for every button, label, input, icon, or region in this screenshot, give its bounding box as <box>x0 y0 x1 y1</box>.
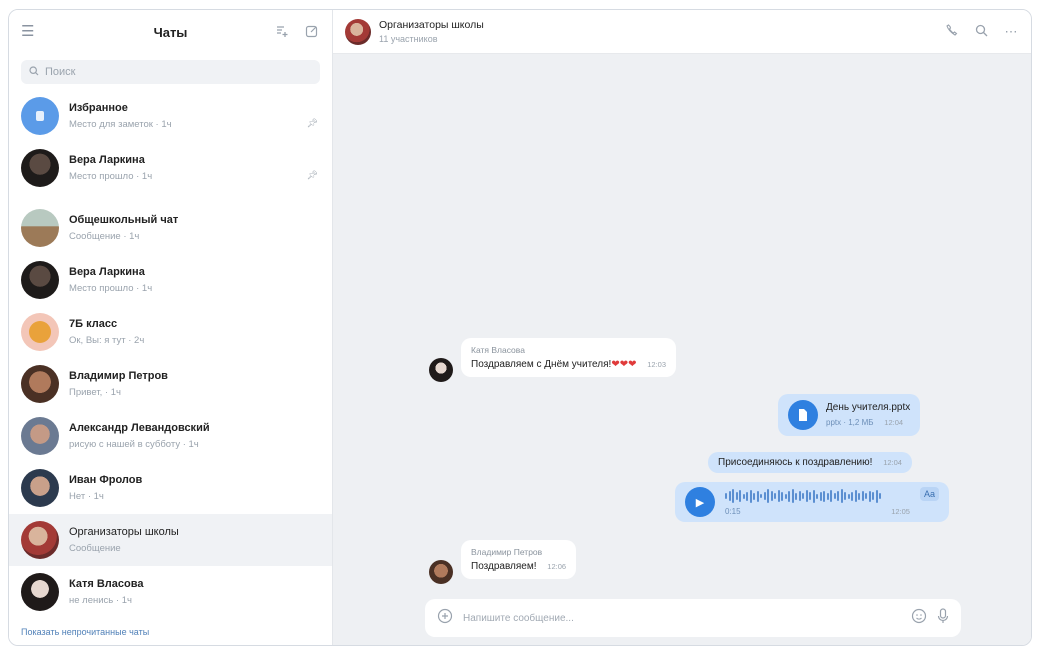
message-text: Поздравляем с Днём учителя! <box>471 359 612 370</box>
chat-preview: Место прошло · 1ч <box>69 283 153 294</box>
chat-name: Организаторы школы <box>69 526 179 538</box>
chat-list: Избранное Место для заметок · 1ч 📌︎ Вера… <box>9 90 332 621</box>
message-author: Владимир Петров <box>471 547 543 557</box>
message-composer <box>425 599 961 637</box>
pin-icon: 📌︎ <box>306 118 318 128</box>
chat-name: Катя Власова <box>69 578 144 590</box>
compose-icon[interactable] <box>304 24 320 40</box>
chat-preview: рисую с нашей в субботу · 1ч <box>69 439 199 450</box>
chat-panel: Организаторы школы 11 участников ⋯ Катя … <box>333 10 1031 645</box>
avatar <box>21 365 59 403</box>
chat-item-katya[interactable]: Катя Власова не ленись · 1ч <box>9 566 332 618</box>
more-icon[interactable]: ⋯ <box>1003 24 1019 40</box>
voice-waveform[interactable] <box>725 488 910 504</box>
chat-name: Александр Левандовский <box>69 422 210 434</box>
avatar <box>21 261 59 299</box>
chat-preview: Привет, · 1ч <box>69 387 121 398</box>
avatar <box>21 417 59 455</box>
chat-item-school-chat[interactable]: Общешкольный чат Сообщение · 1ч <box>9 202 332 254</box>
file-name: День учителя.pptx <box>826 402 911 413</box>
new-chat-icon[interactable] <box>274 24 290 40</box>
chat-item-organizers[interactable]: Организаторы школы Сообщение <box>9 514 332 566</box>
chat-item-favorites[interactable]: Избранное Место для заметок · 1ч 📌︎ <box>9 90 332 142</box>
voice-duration: 0:15 <box>725 507 741 516</box>
attach-icon[interactable] <box>437 608 453 629</box>
chat-preview: Место прошло · 1ч <box>69 171 153 182</box>
play-button[interactable]: ▶ <box>685 487 715 517</box>
chat-item-vera[interactable]: Вера Ларкина Место прошло · 1ч <box>9 254 332 306</box>
chat-preview: Место для заметок · 1ч <box>69 119 172 130</box>
message-input[interactable] <box>463 612 901 624</box>
hearts-emoji: ❤❤❤ <box>611 359 637 370</box>
chat-name: Общешкольный чат <box>69 214 179 226</box>
message-time: 12:05 <box>891 507 910 516</box>
chat-name: Иван Фролов <box>69 474 143 486</box>
incoming-message[interactable]: Владимир Петров Поздравляем! 12:06 <box>461 540 577 579</box>
microphone-icon[interactable] <box>937 607 949 629</box>
search-input[interactable] <box>45 66 312 78</box>
outgoing-voice-message[interactable]: ▶ 0:15 12:05 Aa <box>675 482 949 522</box>
call-icon[interactable] <box>943 23 959 40</box>
transcribe-button[interactable]: Aa <box>919 487 939 501</box>
chat-subtitle: 11 участников <box>379 34 438 44</box>
avatar <box>21 521 59 559</box>
chat-header: Организаторы школы 11 участников ⋯ <box>333 10 1031 54</box>
message-time: 12:04 <box>884 418 904 427</box>
message-time: 12:04 <box>883 458 902 467</box>
chat-name: Избранное <box>69 102 128 114</box>
chat-preview: Сообщение <box>69 543 121 554</box>
pin-icon: 📌︎ <box>306 170 318 180</box>
chat-item-alexander[interactable]: Александр Левандовский рисую с нашей в с… <box>9 410 332 462</box>
menu-icon[interactable]: ☰ <box>21 23 39 41</box>
search-box[interactable] <box>21 60 320 84</box>
chat-name: Вера Ларкина <box>69 266 145 278</box>
outgoing-file-message[interactable]: День учителя.pptx pptx · 1,2 МБ 12:04 <box>778 394 921 436</box>
avatar <box>21 209 59 247</box>
chat-name: Вера Ларкина <box>69 154 145 166</box>
chat-item-class-7b[interactable]: 7Б класс Ок, Вы: я тут · 2ч <box>9 306 332 358</box>
avatar <box>21 469 59 507</box>
chat-name: 7Б класс <box>69 318 118 330</box>
chat-item-vera-pinned[interactable]: Вера Ларкина Место прошло · 1ч 📌︎ <box>9 142 332 194</box>
message-time: 12:06 <box>547 562 567 571</box>
avatar <box>21 97 59 135</box>
sender-avatar[interactable] <box>429 358 453 382</box>
chat-avatar[interactable] <box>345 18 371 45</box>
chat-preview: Сообщение · 1ч <box>69 231 140 242</box>
file-icon <box>788 400 818 430</box>
bookmark-icon <box>36 111 44 121</box>
avatar <box>21 313 59 351</box>
avatar <box>21 149 59 187</box>
message-text: Присоединяюсь к поздравлению! <box>718 457 873 468</box>
chat-item-ivan[interactable]: Иван Фролов Нет · 1ч <box>9 462 332 514</box>
search-icon <box>29 63 39 81</box>
messenger-window: ☰ Чаты И <box>8 9 1032 646</box>
sender-avatar[interactable] <box>429 560 453 584</box>
chat-name: Владимир Петров <box>69 370 168 382</box>
chat-preview: Ок, Вы: я тут · 2ч <box>69 335 145 346</box>
message-time: 12:03 <box>647 360 667 369</box>
incoming-message[interactable]: Катя Власова Поздравляем с Днём учителя!… <box>461 338 677 377</box>
avatar <box>21 573 59 611</box>
emoji-icon[interactable] <box>911 608 927 629</box>
show-unread-link[interactable]: Показать непрочитанные чаты <box>9 621 332 645</box>
chat-preview: Нет · 1ч <box>69 491 104 502</box>
chat-title[interactable]: Организаторы школы <box>379 19 484 31</box>
search-icon[interactable] <box>973 24 989 40</box>
outgoing-message[interactable]: Присоединяюсь к поздравлению! 12:04 <box>708 452 912 473</box>
message-text: Поздравляем! <box>471 561 537 572</box>
message-author: Катя Власова <box>471 345 525 355</box>
chat-preview: не ленись · 1ч <box>69 595 132 606</box>
sidebar: ☰ Чаты И <box>9 10 333 645</box>
sidebar-header: ☰ Чаты <box>9 10 332 54</box>
chat-item-vladimir[interactable]: Владимир Петров Привет, · 1ч <box>9 358 332 410</box>
file-meta: pptx · 1,2 МБ <box>826 418 874 427</box>
message-area: Катя Власова Поздравляем с Днём учителя!… <box>333 54 1031 645</box>
